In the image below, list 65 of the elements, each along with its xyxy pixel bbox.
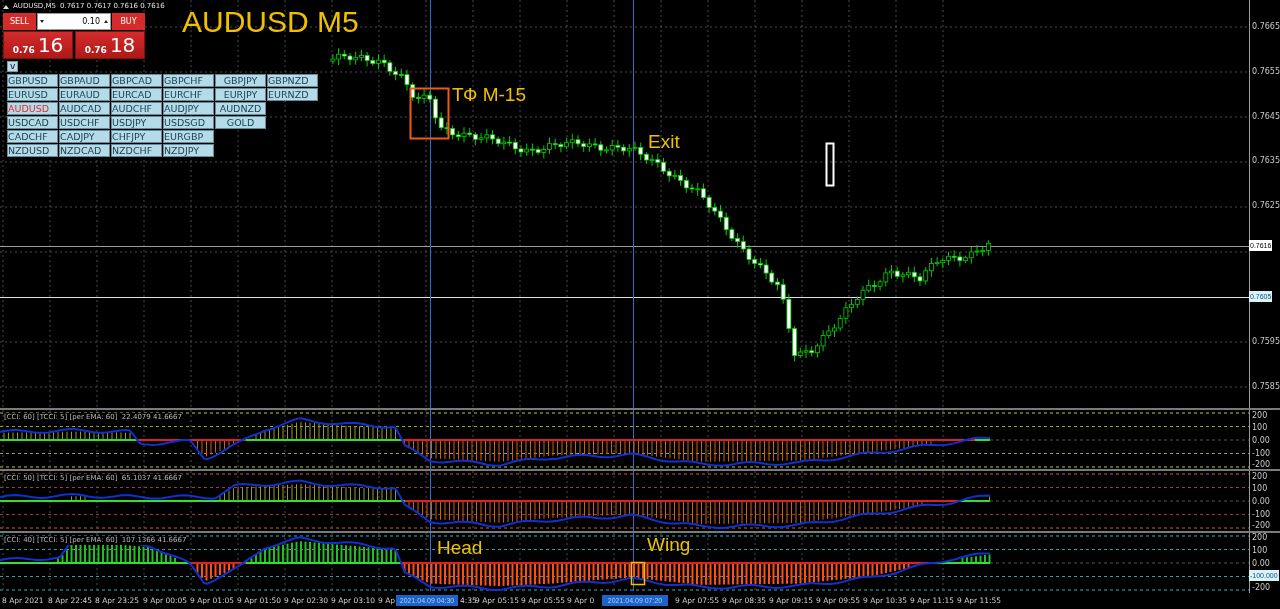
annotation-text: Head xyxy=(437,537,483,560)
price-label: 0.7625 xyxy=(1252,200,1280,211)
symbol-button[interactable]: USDSGD xyxy=(163,116,214,129)
symbol-button[interactable]: EURJPY xyxy=(215,88,266,101)
buy-button[interactable]: BUY xyxy=(112,13,145,30)
level-label: 200 xyxy=(1252,409,1268,421)
symbol-button[interactable]: EURCHF xyxy=(163,88,214,101)
symbol-button[interactable]: GOLD xyxy=(215,116,266,129)
level-label: 200 xyxy=(1252,471,1268,483)
symbol-button[interactable]: NZDJPY xyxy=(163,144,214,157)
symbol-button[interactable]: CADJPY xyxy=(59,130,110,143)
chart-title: AUDUSD M5 xyxy=(182,5,359,39)
price-label: 0.7655 xyxy=(1252,66,1280,77)
level-label: 0.00 xyxy=(1252,558,1270,570)
level-label: 0.00 xyxy=(1252,496,1270,508)
annotation-text: ТФ M-15 xyxy=(452,84,526,106)
symbol-button[interactable]: USDJPY xyxy=(111,116,162,129)
symbol-button[interactable]: GBPJPY xyxy=(215,74,266,87)
price-label: 0.7635 xyxy=(1252,155,1280,166)
symbol-button[interactable]: AUDNZD xyxy=(215,102,266,115)
level-label: -100 xyxy=(1252,509,1271,521)
symbol-button[interactable]: NZDCAD xyxy=(59,144,110,157)
price-prefix: 0.76 xyxy=(84,44,107,56)
symbol-button[interactable]: USDCAD xyxy=(7,116,58,129)
symbol-button[interactable]: GBPCHF xyxy=(163,74,214,87)
symbol-button[interactable]: EURAUD xyxy=(59,88,110,101)
symbol-button[interactable]: EURGBP xyxy=(163,130,214,143)
price-digits: 18 xyxy=(109,34,136,56)
price-label: 0.7645 xyxy=(1252,111,1280,122)
symbol-button[interactable]: EURNZD xyxy=(267,88,318,101)
price-label: 0.7665 xyxy=(1252,21,1280,32)
symbol-button[interactable]: AUDJPY xyxy=(163,102,214,115)
symbol-button[interactable]: GBPCAD xyxy=(111,74,162,87)
symbol-button[interactable]: AUDCHF xyxy=(111,102,162,115)
symbol-button[interactable]: NZDUSD xyxy=(7,144,58,157)
level-label: -200 xyxy=(1252,520,1271,532)
symbol-button[interactable]: CADCHF xyxy=(7,130,58,143)
annotation-text: Wing xyxy=(647,534,691,557)
symbol-button[interactable]: GBPUSD xyxy=(7,74,58,87)
symbol-button[interactable]: AUDCAD xyxy=(59,102,110,115)
symbol-button[interactable]: USDCHF xyxy=(59,116,110,129)
sell-button[interactable]: SELL xyxy=(3,13,36,30)
annotation-text: Exit xyxy=(648,131,680,153)
level-label: 100 xyxy=(1252,421,1268,433)
buy-price[interactable]: 0.76 18 xyxy=(75,31,145,59)
level-label: 100 xyxy=(1252,483,1268,495)
price-prefix: 0.76 xyxy=(12,44,35,56)
sell-price[interactable]: 0.76 16 xyxy=(3,31,73,59)
symbol-button[interactable]: NZDCHF xyxy=(111,144,162,157)
level-label: 100 xyxy=(1252,545,1268,557)
symbol-button[interactable]: EURCAD xyxy=(111,88,162,101)
volume-field[interactable]: 0.10 xyxy=(37,13,111,30)
price-label: 0.7595 xyxy=(1252,336,1280,347)
symbol-button[interactable]: GBPAUD xyxy=(59,74,110,87)
level-label: -100 xyxy=(1252,447,1271,459)
toggle-button[interactable]: v xyxy=(7,61,19,72)
level-label: 0.00 xyxy=(1252,434,1270,446)
symbol-button[interactable]: GBPNZD xyxy=(267,74,318,87)
symbol-button[interactable]: EURUSD xyxy=(7,88,58,101)
level-label: -200 xyxy=(1252,458,1271,470)
level-label: -200 xyxy=(1252,582,1271,594)
symbol-button[interactable]: CHFJPY xyxy=(111,130,162,143)
level-label: 200 xyxy=(1252,532,1268,544)
price-digits: 16 xyxy=(37,34,64,56)
price-label: 0.7585 xyxy=(1252,381,1280,392)
